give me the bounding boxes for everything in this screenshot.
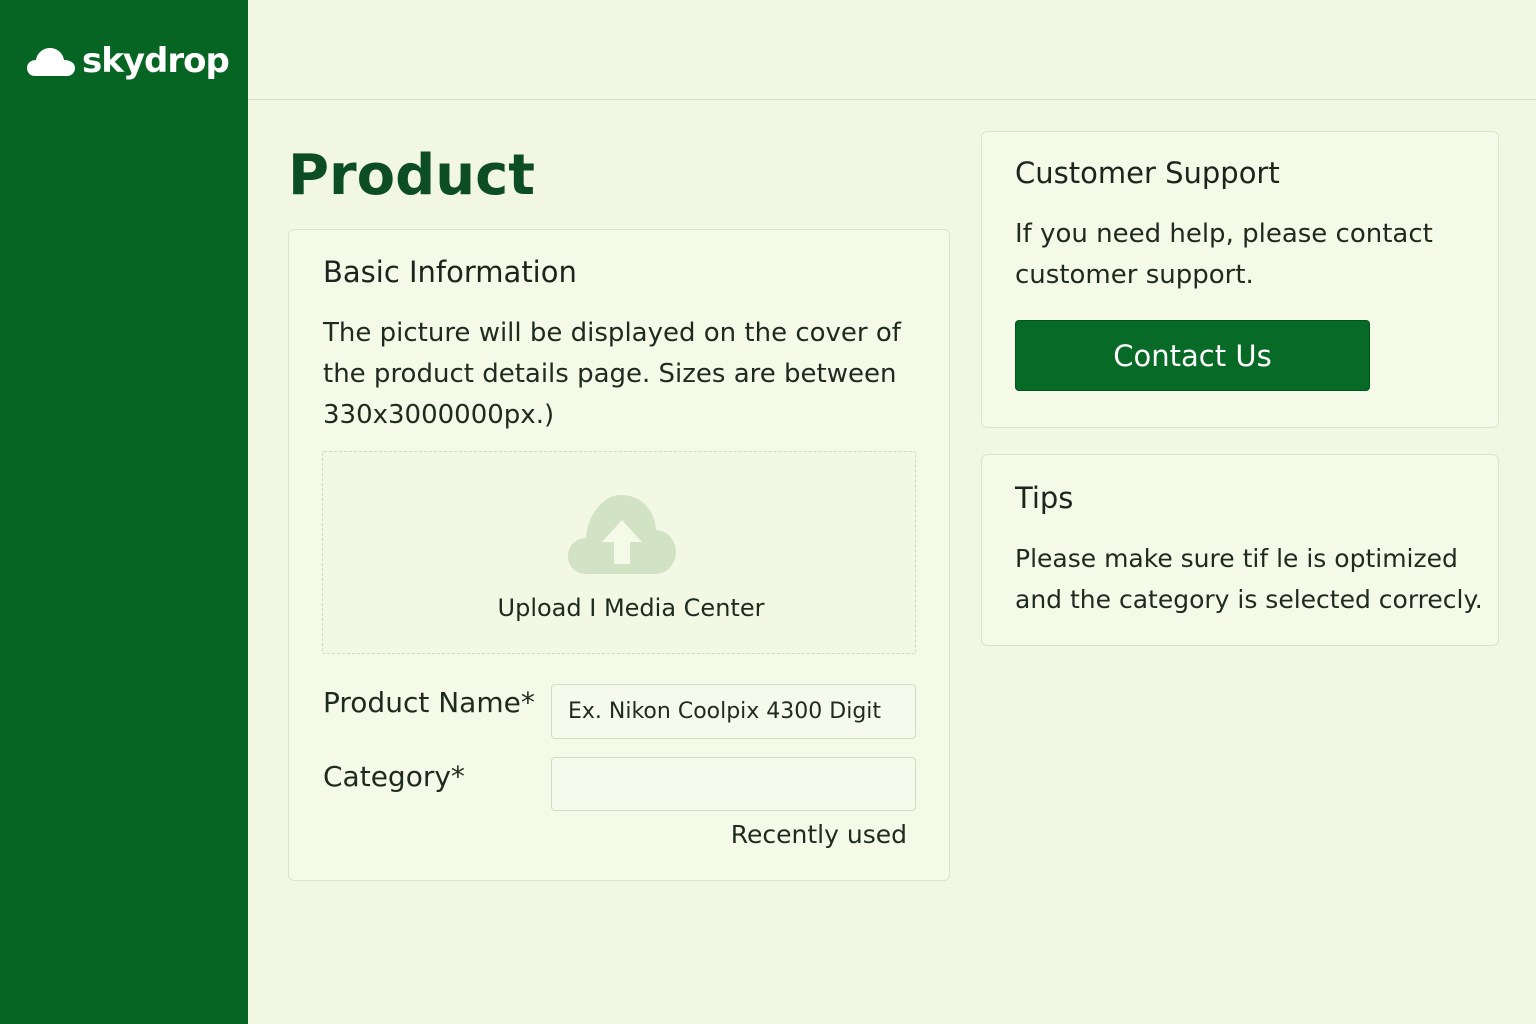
brand-logo[interactable]: skydrop — [26, 41, 230, 81]
tips-heading: Tips — [1015, 481, 1074, 515]
cloud-upload-icon — [567, 494, 677, 580]
basic-information-card: Basic Information The picture will be di… — [288, 229, 950, 881]
category-label: Category* — [323, 760, 465, 793]
recently-used-link[interactable]: Recently used — [731, 820, 907, 849]
customer-support-text: If you need help, please contact custome… — [1015, 219, 1433, 290]
contact-us-button[interactable]: Contact Us — [1015, 320, 1370, 391]
image-upload-dropzone[interactable]: Upload I Media Center — [322, 451, 916, 654]
customer-support-card: Customer Support If you need help, pleas… — [981, 131, 1499, 428]
top-bar — [248, 0, 1536, 100]
page-title: Product — [288, 143, 536, 208]
customer-support-heading: Customer Support — [1015, 156, 1280, 190]
product-name-input[interactable] — [551, 684, 916, 739]
sidebar: skydrop — [0, 0, 248, 1024]
basic-information-heading: Basic Information — [323, 255, 577, 289]
cloud-logo-icon — [26, 44, 76, 78]
product-name-label: Product Name* — [323, 686, 535, 719]
tips-text: Please make sure tif le is optimized and… — [1015, 544, 1483, 614]
upload-label: Upload I Media Center — [497, 594, 765, 622]
tips-card: Tips Please make sure tif le is optimize… — [981, 454, 1499, 646]
basic-information-description: The picture will be displayed on the cov… — [323, 318, 901, 430]
brand-name: skydrop — [82, 41, 230, 81]
category-input[interactable] — [551, 757, 916, 811]
